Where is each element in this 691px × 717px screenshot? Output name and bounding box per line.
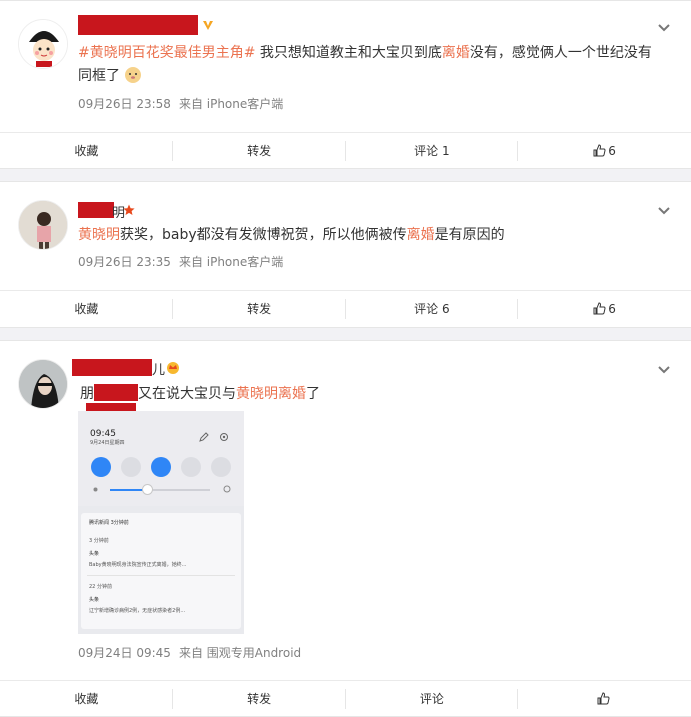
post-time[interactable]: 09月26日 23:35 [78, 255, 171, 269]
post-meta: 09月26日 23:35 来自 iPhone客户端 [78, 253, 291, 270]
comment-button[interactable]: 评论 1 [346, 141, 519, 161]
username-redacted[interactable] [78, 15, 198, 35]
favorite-button[interactable]: 收藏 [0, 299, 173, 319]
topic-tag[interactable]: #黄晓明百花奖最佳男主角# [78, 45, 255, 61]
data-toggle-icon [121, 457, 141, 477]
brightness-low-icon [93, 487, 98, 492]
favorite-button[interactable]: 收藏 [0, 689, 173, 709]
action-bar: 收藏 转发 评论 1 6 [0, 132, 691, 169]
slider-knob [142, 484, 153, 495]
avatar[interactable] [18, 359, 68, 409]
post-source[interactable]: 来自 iPhone客户端 [179, 97, 283, 111]
text-segment: 我只想知道教主和大宝贝到底 [255, 45, 442, 61]
edit-icon [199, 432, 209, 442]
text-segment: 获奖，baby都没有发微博祝贺，所以他俩被传 [120, 227, 407, 243]
username-redacted[interactable] [78, 202, 114, 218]
avatar[interactable] [18, 200, 68, 250]
control-center: 09:45 9月24日星期四 [78, 411, 244, 506]
post-text: 朋 又在说大宝贝与黄晓明离婚了 [80, 383, 657, 406]
like-count: 6 [608, 302, 616, 316]
notif-time: 3 分钟前 [89, 538, 109, 544]
notif-title: 头条 [89, 551, 100, 557]
comment-button[interactable]: 评论 6 [346, 299, 519, 319]
post-text: #黄晓明百花奖最佳男主角# 我只想知道教主和大宝贝到底离婚没有，感觉俩人一个世纪… [78, 42, 657, 88]
keyword-highlight: 离婚 [406, 227, 435, 243]
action-bar: 收藏 转发 评论 6 6 [0, 290, 691, 327]
action-bar: 收藏 转发 评论 [0, 680, 691, 717]
thumbs-up-icon [593, 144, 606, 157]
chevron-down-icon[interactable] [657, 23, 671, 33]
brightness-auto-icon [223, 485, 231, 493]
post-card-3: 儿 朋 又在说大宝贝与黄晓明离婚了 09:45 9月24日星期四 腾讯新闻 3分钟… [0, 340, 691, 717]
text-segment: 是有原因的 [434, 227, 505, 243]
phone-time: 09:45 [90, 429, 116, 439]
text-segment: 又在说大宝贝与 [138, 386, 236, 402]
notification-card: 腾讯新闻 3分钟前 3 分钟前 头条 Baby黄晓明现身法院宣传正式离婚，她终.… [81, 513, 241, 629]
post-card-2: 明 黄晓明获奖，baby都没有发微博祝贺，所以他俩被传离婚是有原因的 09月26… [0, 181, 691, 328]
star-badge-icon [123, 204, 135, 215]
settings-icon [220, 433, 228, 441]
like-count: 6 [608, 144, 616, 158]
post-text: 黄晓明获奖，baby都没有发微博祝贺，所以他俩被传离婚是有原因的 [78, 224, 657, 247]
post-source[interactable]: 来自 iPhone客户端 [179, 255, 283, 269]
airplane-toggle-icon [211, 457, 231, 477]
notif-body: 辽宁新增确诊病例2例，无症状感染者2例... [89, 608, 186, 614]
repost-button[interactable]: 转发 [173, 689, 346, 709]
crown-badge-icon [167, 362, 179, 374]
text-segment: 了 [306, 386, 320, 402]
username-suffix[interactable]: 儿 [152, 359, 165, 378]
attached-screenshot[interactable]: 09:45 9月24日星期四 腾讯新闻 3分钟前 3 分钟前 头条 Baby黄晓… [78, 411, 244, 634]
comment-button[interactable]: 评论 [346, 689, 519, 709]
bell-toggle-icon [151, 457, 171, 477]
chevron-down-icon[interactable] [657, 365, 671, 375]
like-button[interactable]: 6 [518, 141, 691, 161]
thumbs-up-icon [597, 692, 610, 705]
photo-avatar-icon [19, 201, 67, 249]
vibrate-toggle-icon [181, 457, 201, 477]
keyword-highlight: 离婚 [441, 45, 470, 61]
phone-date: 9月24日星期四 [90, 440, 125, 446]
keyword-highlight[interactable]: 黄晓明离婚 [236, 386, 306, 402]
thumbs-up-icon [593, 302, 606, 315]
mention-redacted[interactable] [94, 384, 138, 401]
post-time[interactable]: 09月26日 23:58 [78, 97, 171, 111]
favorite-button[interactable]: 收藏 [0, 141, 173, 161]
divider [87, 575, 235, 576]
verified-badge-icon [203, 21, 213, 30]
wifi-toggle-icon [91, 457, 111, 477]
post-time[interactable]: 09月24日 09:45 [78, 646, 171, 660]
avatar[interactable] [18, 19, 68, 69]
notif-time: 22 分钟前 [89, 584, 112, 590]
like-button[interactable] [518, 689, 691, 709]
post-meta: 09月24日 09:45 来自 围观专用Android [78, 644, 309, 661]
repost-button[interactable]: 转发 [173, 299, 346, 319]
username-redacted[interactable] [72, 359, 152, 376]
photo-avatar-icon [19, 360, 67, 408]
repost-button[interactable]: 转发 [173, 141, 346, 161]
notif-title: 头条 [89, 597, 100, 603]
notif-body: Baby黄晓明现身法院宣传正式离婚，她终... [89, 562, 187, 568]
cartoon-avatar-icon [19, 20, 67, 68]
post-card-1: #黄晓明百花奖最佳男主角# 我只想知道教主和大宝贝到底离婚没有，感觉俩人一个世纪… [0, 0, 691, 169]
mention-prefix[interactable]: 朋 [80, 386, 94, 402]
notif-app: 腾讯新闻 3分钟前 [89, 520, 129, 526]
like-button[interactable]: 6 [518, 299, 691, 319]
post-source[interactable]: 来自 围观专用Android [179, 646, 301, 660]
post-meta: 09月26日 23:58 来自 iPhone客户端 [78, 95, 291, 112]
dog-emoji-icon [125, 67, 142, 83]
keyword-highlight[interactable]: 黄晓明 [78, 227, 120, 243]
brightness-slider [110, 489, 210, 491]
chevron-down-icon[interactable] [657, 206, 671, 216]
